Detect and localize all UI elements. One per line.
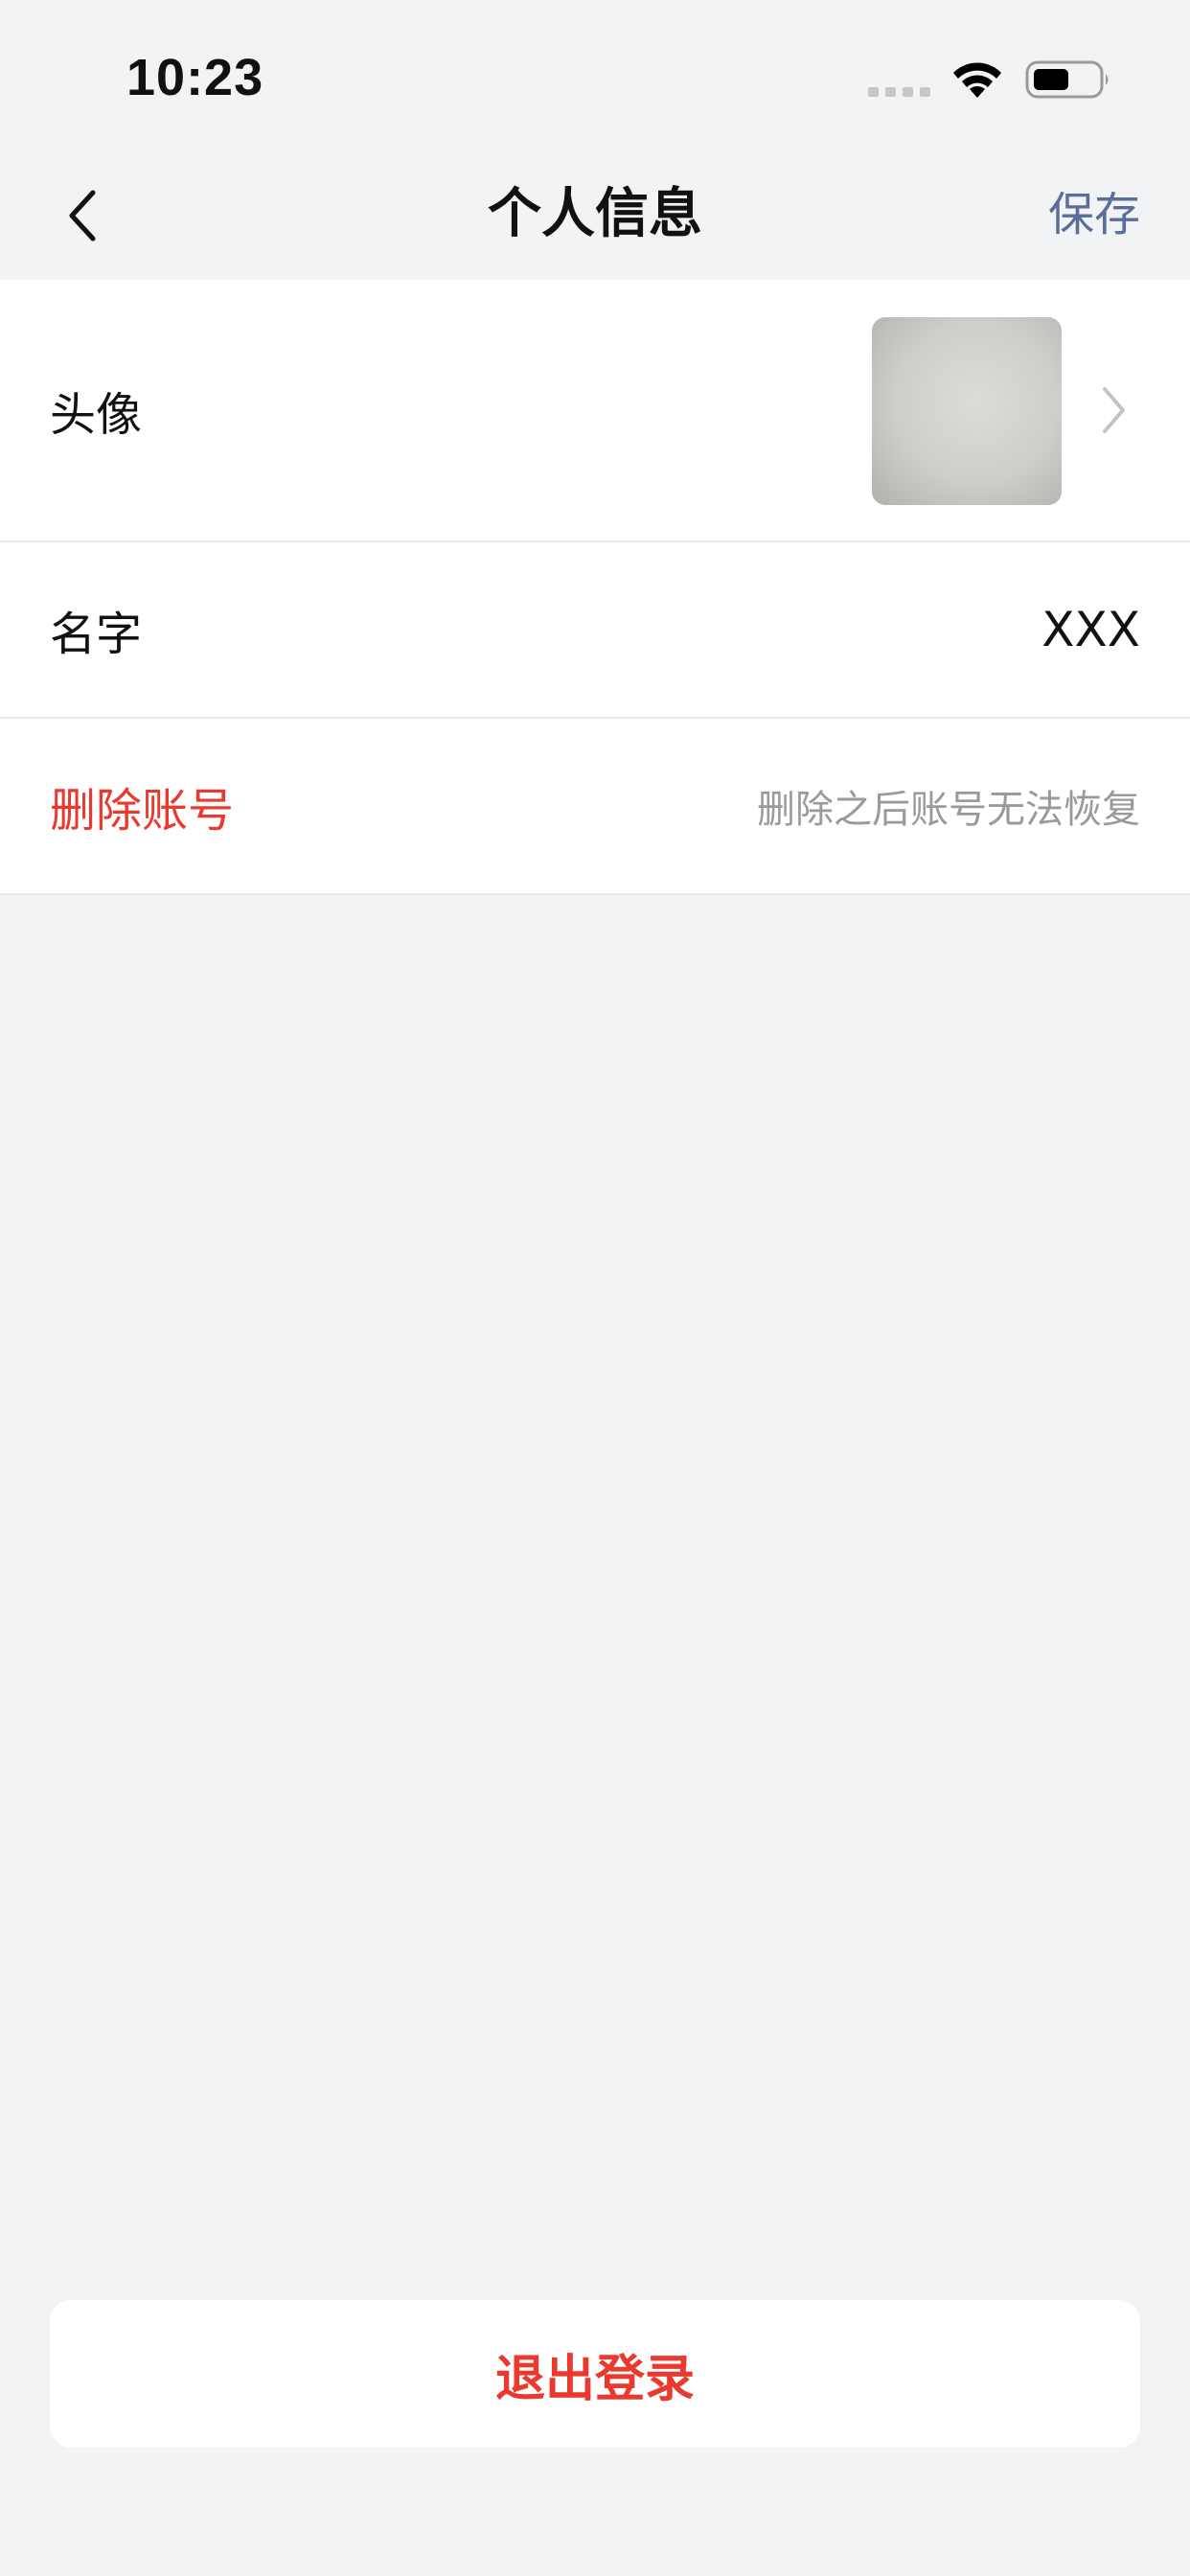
avatar[interactable] <box>872 317 1062 505</box>
delete-account-row[interactable]: 删除账号 删除之后账号无法恢复 <box>0 719 1190 895</box>
battery-icon <box>1025 60 1109 99</box>
save-button[interactable]: 保存 <box>1048 176 1140 253</box>
status-time: 10:23 <box>126 49 264 106</box>
delete-account-label: 删除账号 <box>50 784 235 838</box>
name-label: 名字 <box>50 608 143 661</box>
status-bar: 10:23 <box>0 0 1190 153</box>
delete-account-hint: 删除之后账号无法恢复 <box>757 788 1140 832</box>
name-value: XXX <box>1041 602 1140 657</box>
logout-button[interactable]: 退出登录 <box>50 2300 1140 2448</box>
wifi-icon <box>953 62 1001 98</box>
avatar-row[interactable]: 头像 <box>0 280 1190 542</box>
settings-list: 头像 名字 XXX 删除账号 删除之后账号无法恢复 <box>0 280 1190 895</box>
name-row[interactable]: 名字 XXX <box>0 542 1190 719</box>
signal-icon <box>868 87 930 97</box>
nav-bar: 个人信息 保存 <box>0 153 1190 280</box>
avatar-label: 头像 <box>50 388 143 442</box>
page-title: 个人信息 <box>488 183 702 245</box>
chevron-right-icon <box>1103 387 1125 433</box>
